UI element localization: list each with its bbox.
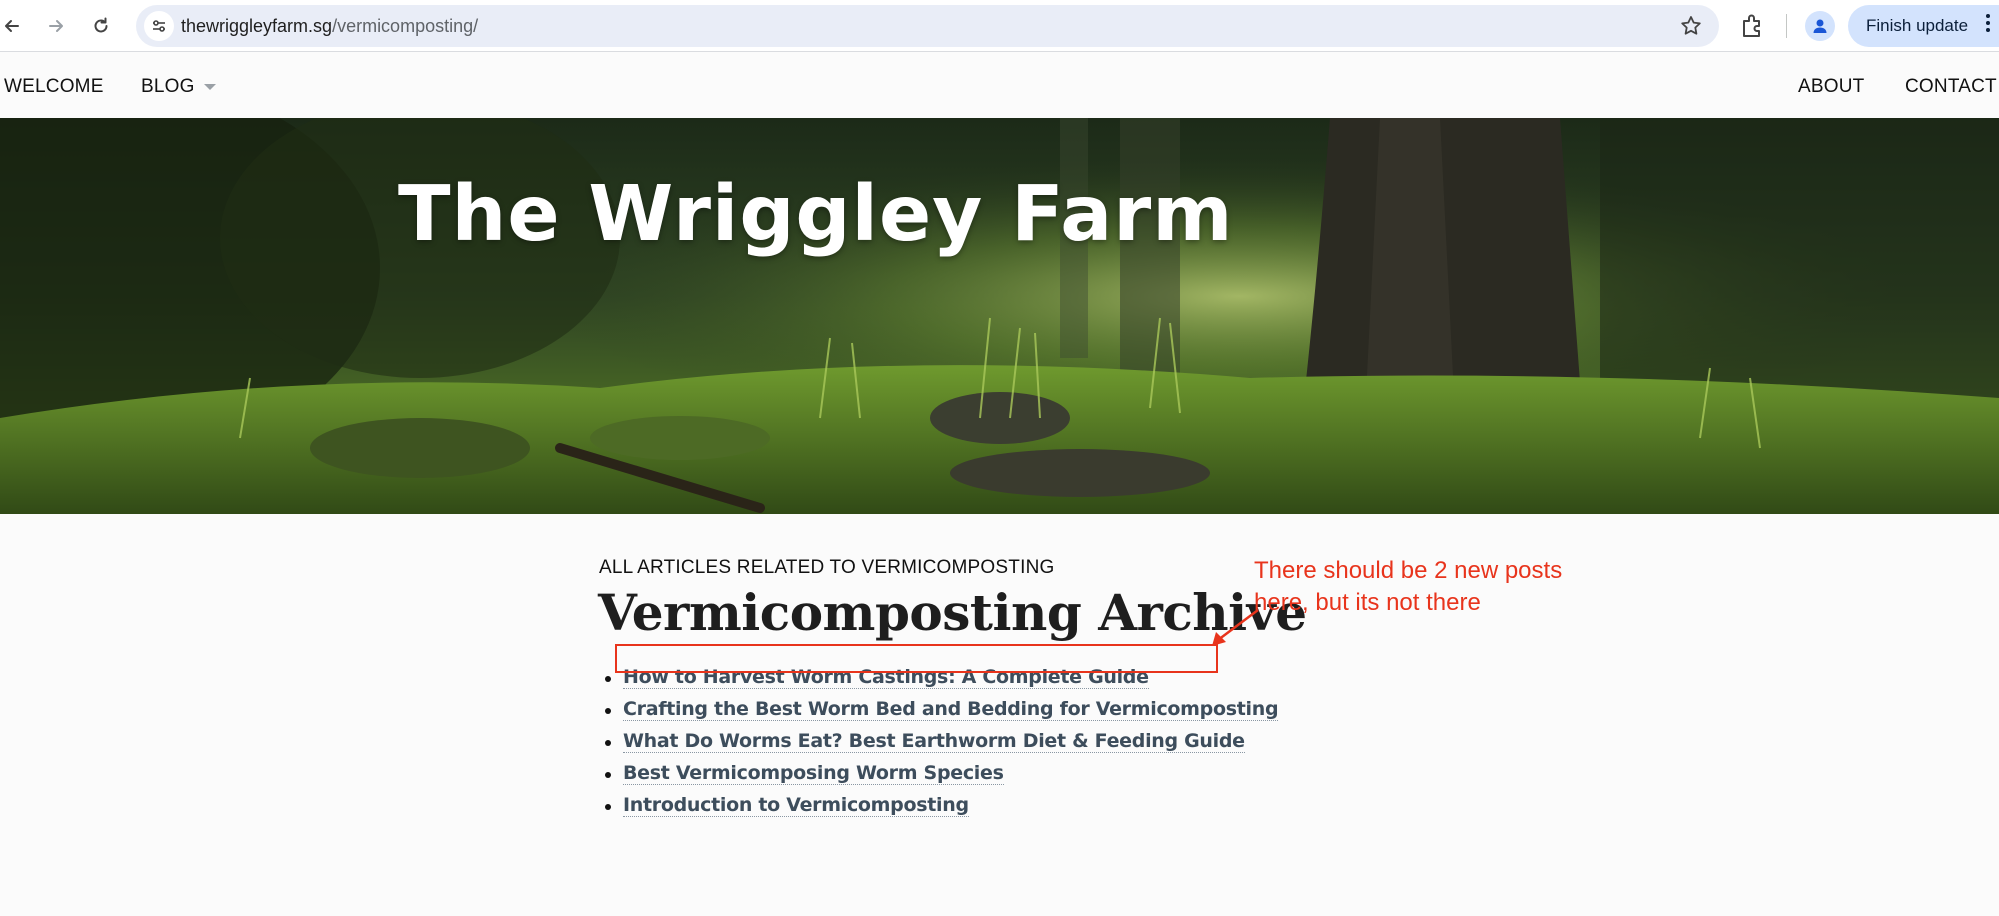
url-domain: thewriggleyfarm.sg — [181, 16, 333, 36]
finish-update-label: Finish update — [1866, 16, 1969, 35]
post-link[interactable]: Introduction to Vermicomposting — [623, 794, 969, 817]
site-navigation: WELCOME BLOG ABOUT CONTACT — [0, 52, 1999, 118]
hero-banner: The Wriggley Farm — [0, 118, 1999, 514]
nav-contact[interactable]: CONTACT — [1905, 76, 1997, 98]
profile-avatar[interactable] — [1805, 11, 1835, 41]
site-title[interactable]: The Wriggley Farm — [398, 170, 1233, 259]
list-item: What Do Worms Eat? Best Earthworm Diet &… — [598, 730, 1278, 762]
url-path: /vermicomposting/ — [332, 16, 479, 36]
annotation-highlight-box — [615, 644, 1218, 673]
toolbar-divider — [1786, 14, 1787, 38]
list-item: Introduction to Vermicomposting — [598, 794, 1278, 826]
arrow-right-icon — [49, 20, 63, 32]
tune-icon — [153, 20, 165, 32]
page-title: Vermicomposting Archive — [598, 583, 1307, 642]
annotation-line-1: There should be 2 new posts — [1254, 557, 1563, 584]
reload-button[interactable] — [83, 8, 119, 44]
list-item: Best Vermicomposing Worm Species — [598, 762, 1278, 794]
post-link[interactable]: Crafting the Best Worm Bed and Bedding f… — [623, 698, 1279, 721]
nav-welcome[interactable]: WELCOME — [4, 76, 104, 98]
finish-update-button[interactable]: Finish update — [1848, 5, 1999, 47]
post-link[interactable]: Best Vermicomposing Worm Species — [623, 762, 1004, 785]
nav-blog[interactable]: BLOG — [141, 76, 195, 98]
archive-kicker: ALL ARTICLES RELATED TO VERMICOMPOSTING — [599, 557, 1055, 578]
site-info-button[interactable] — [144, 11, 174, 41]
more-menu-icon[interactable] — [1985, 13, 1991, 33]
person-icon — [1813, 19, 1827, 33]
annotation-note: There should be 2 new posts here, but it… — [1254, 555, 1674, 619]
post-link[interactable]: What Do Worms Eat? Best Earthworm Diet &… — [623, 730, 1245, 753]
browser-toolbar: thewriggleyfarm.sg/vermicomposting/ Fini… — [0, 0, 1999, 52]
annotation-line-2: here, but its not there — [1254, 589, 1481, 616]
chevron-down-icon[interactable] — [204, 84, 216, 90]
annotation-arrow-icon — [1212, 609, 1259, 646]
address-bar[interactable]: thewriggleyfarm.sg/vermicomposting/ — [136, 5, 1719, 47]
reload-icon — [94, 17, 108, 33]
nav-about[interactable]: ABOUT — [1798, 76, 1864, 98]
back-button[interactable] — [0, 8, 30, 44]
list-item: Crafting the Best Worm Bed and Bedding f… — [598, 698, 1279, 730]
extensions-puzzle-icon[interactable] — [1737, 11, 1767, 41]
bookmark-star-icon[interactable] — [1679, 14, 1703, 38]
url-text[interactable]: thewriggleyfarm.sg/vermicomposting/ — [181, 16, 478, 37]
post-list: How to Harvest Worm Castings: A Complete… — [598, 666, 1279, 826]
forward-button[interactable] — [38, 8, 74, 44]
arrow-left-icon — [5, 20, 19, 32]
